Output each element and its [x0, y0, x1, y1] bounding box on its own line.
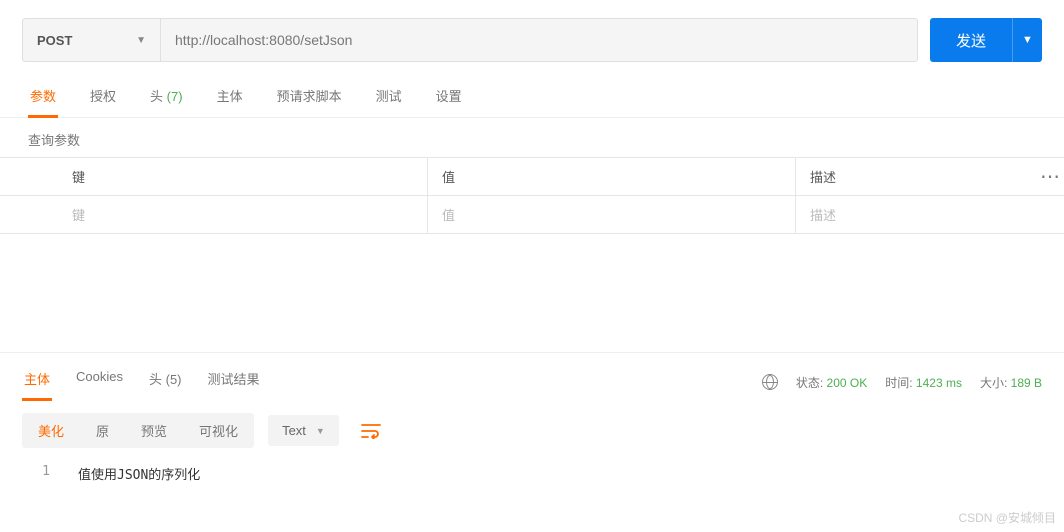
http-method-select[interactable]: POST ▼ [22, 18, 160, 62]
raw-button[interactable]: 原 [80, 413, 125, 448]
line-number: 1 [22, 464, 50, 483]
desc-input[interactable]: 描述 [796, 205, 1036, 224]
resp-tab-body[interactable]: 主体 [22, 363, 52, 401]
query-params-label: 查询参数 [0, 118, 1064, 157]
url-input[interactable] [160, 18, 918, 62]
watermark: CSDN @安城倾目 [958, 509, 1056, 526]
response-status: 状态: 200 OK 时间: 1423 ms 大小: 189 B [762, 374, 1042, 391]
more-options-icon[interactable]: ⋯ [1036, 164, 1064, 189]
resp-tab-cookies[interactable]: Cookies [74, 363, 125, 401]
chevron-down-icon: ▼ [136, 35, 146, 46]
pretty-button[interactable]: 美化 [22, 413, 80, 448]
resp-tab-test-results[interactable]: 测试结果 [206, 363, 262, 401]
tab-tests[interactable]: 测试 [374, 80, 404, 117]
globe-icon[interactable] [762, 374, 778, 390]
table-input-row[interactable]: 键 值 描述 [0, 196, 1064, 234]
tab-auth[interactable]: 授权 [88, 80, 118, 117]
preview-button[interactable]: 预览 [125, 413, 183, 448]
response-body: 1 值使用JSON的序列化 [0, 460, 1064, 499]
col-value: 值 [428, 158, 796, 195]
response-toolbar: 美化 原 预览 可视化 Text ▼ [0, 401, 1064, 460]
wrap-lines-button[interactable] [353, 417, 389, 445]
table-header-row: 键 值 描述 ⋯ [0, 158, 1064, 196]
request-tabs: 参数 授权 头 (7) 主体 预请求脚本 测试 设置 [0, 72, 1064, 118]
resp-tab-headers[interactable]: 头 (5) [147, 363, 184, 401]
format-select[interactable]: Text ▼ [268, 415, 339, 446]
chevron-down-icon: ▼ [316, 426, 325, 436]
tab-settings[interactable]: 设置 [434, 80, 464, 117]
col-key: 键 [58, 158, 428, 195]
tab-body[interactable]: 主体 [215, 80, 245, 117]
http-method-value: POST [37, 33, 72, 48]
key-input[interactable]: 键 [58, 196, 428, 233]
query-params-table: 键 值 描述 ⋯ 键 值 描述 [0, 157, 1064, 234]
response-tabs: 主体 Cookies 头 (5) 测试结果 [22, 363, 262, 401]
tab-prerequest[interactable]: 预请求脚本 [275, 80, 344, 117]
tab-headers[interactable]: 头 (7) [148, 80, 185, 117]
tab-params[interactable]: 参数 [28, 80, 58, 118]
send-dropdown-button[interactable]: ▼ [1012, 18, 1042, 62]
response-line[interactable]: 值使用JSON的序列化 [78, 464, 200, 483]
send-button[interactable]: 发送 [930, 18, 1012, 62]
col-desc: 描述 [796, 167, 1036, 186]
value-input[interactable]: 值 [428, 196, 796, 233]
visualize-button[interactable]: 可视化 [183, 413, 254, 448]
